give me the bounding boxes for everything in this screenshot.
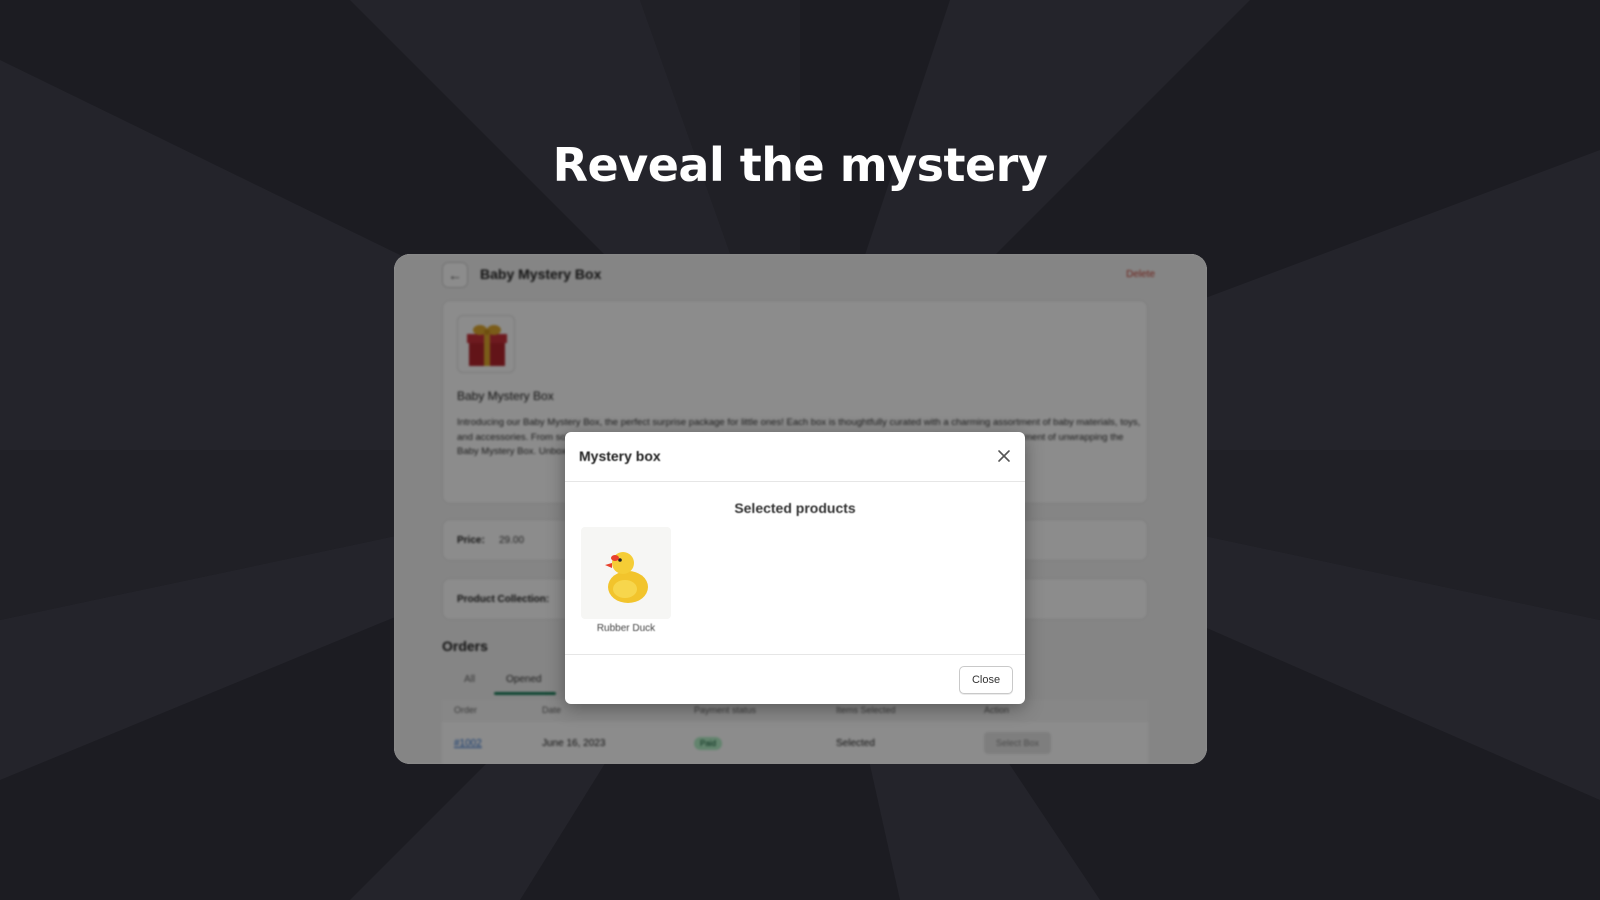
rubber-duck-icon — [581, 527, 671, 619]
mystery-box-modal: Mystery box Selected products Rubber Duc… — [565, 432, 1025, 704]
modal-footer: Close — [565, 654, 1025, 704]
app-screenshot-frame: ← Baby Mystery Box Delete Baby Mystery B… — [394, 254, 1207, 764]
selected-products-heading: Selected products — [734, 500, 856, 516]
close-icon[interactable] — [997, 449, 1011, 463]
close-button[interactable]: Close — [959, 666, 1013, 694]
product-label: Rubber Duck — [596, 623, 656, 634]
selected-product-item: Rubber Duck — [581, 527, 671, 641]
modal-title: Mystery box — [579, 448, 661, 464]
hero-headline: Reveal the mystery — [552, 138, 1048, 192]
modal-header: Mystery box — [565, 432, 1025, 482]
